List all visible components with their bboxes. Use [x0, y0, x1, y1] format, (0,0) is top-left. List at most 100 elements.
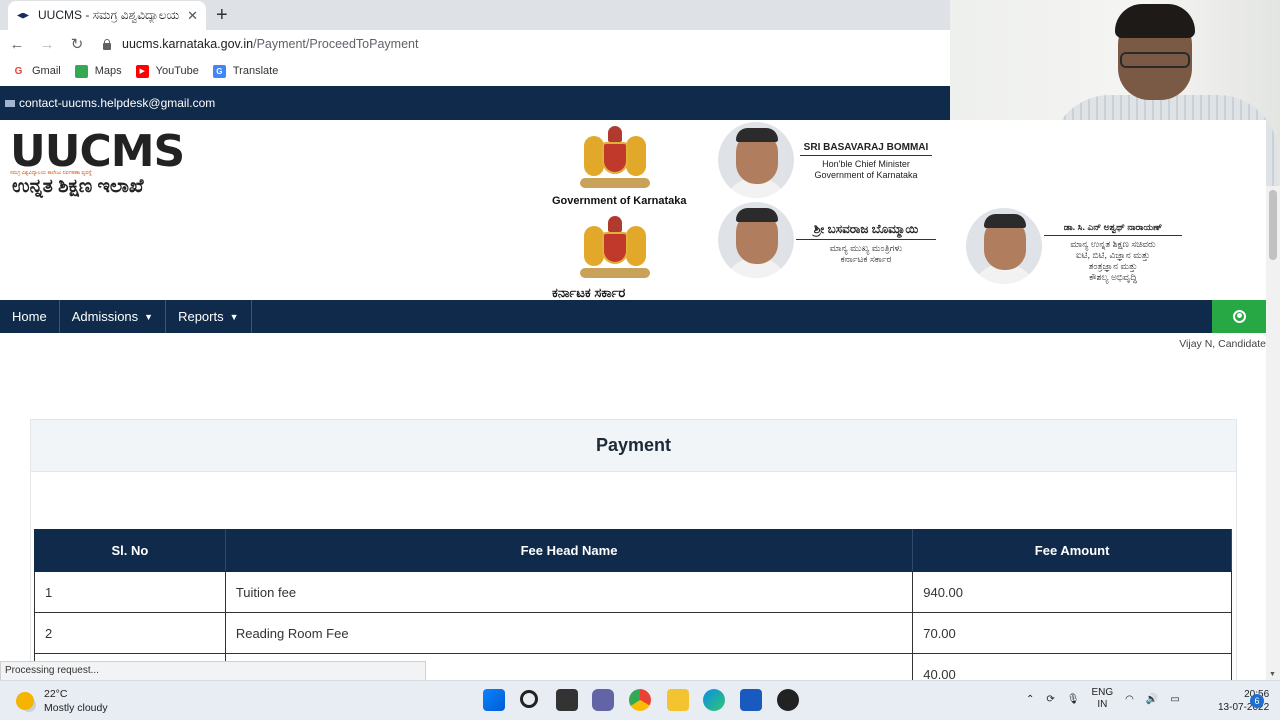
page-scrollbar[interactable]: ▼	[1266, 186, 1280, 680]
cm-subtitle-kn: ಕರ್ನಾಟಕ ಸರ್ಕಾರ	[840, 254, 892, 264]
maps-icon	[74, 64, 88, 78]
bookmark-maps[interactable]: Maps	[74, 64, 122, 78]
bookmark-gmail[interactable]: G Gmail	[12, 65, 61, 78]
weather-widget[interactable]: 22°C Mostly cloudy	[16, 687, 108, 715]
notification-badge[interactable]: 6	[1250, 694, 1264, 708]
karnataka-emblem-icon	[578, 126, 652, 196]
tab-title: UUCMS - ಸಮಗ್ರ ವಿಶ್ವವಿದ್ಯಾಲಯ	[38, 8, 180, 22]
user-icon	[1232, 310, 1246, 323]
bookmark-label: YouTube	[155, 65, 199, 77]
contact-bar: contact-uucms.helpdesk@gmail.com	[0, 86, 950, 120]
cm-name-kn: ಶ್ರೀ ಬಸವರಾಜ ಬೊಮ್ಮಾಯಿ	[796, 222, 936, 240]
bookmark-label: Maps	[94, 65, 122, 77]
task-view-icon[interactable]	[556, 689, 578, 711]
gmail-icon: G	[14, 65, 23, 77]
contact-email[interactable]: contact-uucms.helpdesk@gmail.com	[19, 96, 215, 110]
payment-title: Payment	[31, 420, 1236, 472]
volume-icon[interactable]: 🔊	[1146, 694, 1158, 705]
table-header-row: Sl. No Fee Head Name Fee Amount	[34, 529, 1232, 572]
url-host: uucms.karnataka.gov.in	[122, 37, 254, 51]
nav-home[interactable]: Home	[0, 300, 60, 333]
teams-chat-icon[interactable]	[592, 689, 614, 711]
site-header: UUCMS ಸಮಗ್ರ ವಿಶ್ವವಿದ್ಯಾಲಯ ಕಾಲೇಜು ನಿರ್ವಹಣ…	[0, 120, 1266, 300]
youtube-icon: ▶	[135, 64, 149, 78]
tab-strip: UUCMS - ಸಮಗ್ರ ವಿಶ್ವವಿದ್ಯಾಲಯ ✕ +	[0, 0, 950, 30]
user-menu-button[interactable]	[1212, 300, 1266, 333]
minister-name: ಡಾ. ಸಿ. ಎನ್ ಅಶ್ವಥ್ ನಾರಾಯಣ್	[1044, 222, 1182, 236]
cm-title-kn: ಮಾನ್ಯ ಮುಖ್ಯ ಮಂತ್ರಿಗಳು	[829, 243, 903, 253]
minister-caption: ಡಾ. ಸಿ. ಎನ್ ಅಶ್ವಥ್ ನಾರಾಯಣ್ ಮಾನ್ಯ ಉನ್ನತ ಶ…	[1044, 222, 1182, 283]
language-indicator[interactable]: ENG IN	[1091, 687, 1113, 711]
wifi-icon[interactable]: ◠	[1125, 694, 1134, 705]
sync-icon[interactable]: ⟳	[1046, 694, 1054, 705]
bookmark-translate[interactable]: G Translate	[212, 64, 279, 78]
cell-sl-no: 1	[34, 571, 226, 613]
close-tab-icon[interactable]: ✕	[187, 8, 198, 24]
cm-caption-kn: ಶ್ರೀ ಬಸವರಾಜ ಬೊಮ್ಮಾಯಿ ಮಾನ್ಯ ಮುಖ್ಯ ಮಂತ್ರಿಗ…	[796, 222, 936, 265]
nav-reports[interactable]: Reports ▼	[166, 300, 252, 333]
chevron-down-icon: ▼	[229, 311, 239, 322]
cell-sl-no: 2	[34, 612, 226, 654]
cm-caption-en: SRI BASAVARAJ BOMMAI Hon'ble Chief Minis…	[800, 142, 932, 181]
karnataka-emblem-icon	[578, 216, 652, 286]
browser-toolbar: ← → ↻ uucms.karnataka.gov.in /Payment/Pr…	[0, 30, 950, 58]
minister-line: ಮಾನ್ಯ ಉನ್ನತ ಶಿಕ್ಷಣ ಸಚಿವರು	[1070, 239, 1156, 249]
column-header-fee-head: Fee Head Name	[224, 529, 914, 572]
system-tray: ⌃ ⟳ 🎙 ENG IN ◠ 🔊 ▭	[1020, 687, 1186, 711]
cm-title: Hon'ble Chief Minister	[822, 159, 910, 169]
minister-line: ಐಟಿ, ಬಿಟಿ, ವಿಜ್ಞಾನ ಮತ್ತು	[1075, 250, 1151, 260]
nav-label: Reports	[178, 309, 224, 324]
scrollbar-thumb[interactable]	[1269, 190, 1277, 260]
chrome-icon[interactable]	[629, 689, 651, 711]
bookmark-label: Gmail	[32, 65, 61, 77]
windows-taskbar: 22°C Mostly cloudy ⌃ ⟳ 🎙 ENG IN ◠ 🔊 ▭ 20…	[0, 680, 1280, 720]
edge-icon[interactable]	[703, 689, 725, 711]
microphone-icon[interactable]: 🎙	[1067, 694, 1080, 705]
table-row: 1 Tuition fee 940.00	[34, 571, 1232, 613]
mail-icon	[5, 99, 15, 107]
browser-status-bar: Processing request...	[0, 661, 426, 681]
temperature: 22°C	[44, 688, 68, 700]
forward-icon[interactable]: →	[34, 36, 60, 53]
cm-name: SRI BASAVARAJ BOMMAI	[800, 142, 932, 156]
weather-icon	[16, 692, 34, 710]
bookmark-label: Translate	[232, 65, 279, 77]
weather-text: Mostly cloudy	[44, 702, 108, 714]
new-tab-icon[interactable]: +	[216, 4, 228, 27]
region-code: IN	[1097, 699, 1108, 710]
cell-fee-head: Tuition fee	[224, 571, 914, 613]
emblem-caption-en: Government of Karnataka	[552, 195, 687, 207]
obs-icon[interactable]	[777, 689, 799, 711]
nav-label: Admissions	[71, 309, 139, 324]
minister-portrait	[966, 208, 1042, 284]
cm-portrait	[718, 202, 794, 278]
address-bar[interactable]: uucms.karnataka.gov.in /Payment/ProceedT…	[102, 31, 950, 57]
windows-start-icon[interactable]	[483, 689, 505, 711]
minister-line: ಕೌಶಲ್ಯ ಅಭಿವೃದ್ಧಿ	[1089, 272, 1137, 282]
cell-fee-head: Reading Room Fee	[224, 612, 914, 654]
cm-portrait	[718, 122, 794, 198]
reload-icon[interactable]: ↻	[64, 35, 90, 53]
table-row: 2 Reading Room Fee 70.00	[34, 612, 1232, 654]
nav-admissions[interactable]: Admissions ▼	[60, 300, 167, 333]
lock-icon	[102, 38, 112, 50]
search-icon[interactable]	[520, 690, 538, 708]
main-nav: Home Admissions ▼ Reports ▼	[0, 300, 1266, 333]
battery-icon[interactable]: ▭	[1170, 694, 1179, 705]
bookmark-youtube[interactable]: ▶ YouTube	[135, 64, 199, 78]
uucms-favicon-icon	[16, 9, 30, 23]
chevron-up-icon[interactable]: ⌃	[1026, 694, 1034, 705]
minister-line: ತಂತ್ರಜ್ಞಾನ ಮತ್ತು	[1088, 261, 1138, 271]
file-explorer-icon[interactable]	[667, 689, 689, 711]
cell-fee-amount: 70.00	[912, 612, 1232, 654]
cell-fee-amount: 940.00	[912, 571, 1232, 613]
user-name: Vijay N, Candidate	[1179, 338, 1266, 350]
column-header-fee-amount: Fee Amount	[912, 529, 1232, 572]
browser-chrome: UUCMS - ಸಮಗ್ರ ವಿಶ್ವವಿದ್ಯಾಲಯ ✕ + ← → ↻ uu…	[0, 0, 950, 86]
word-icon[interactable]	[740, 689, 762, 711]
browser-tab[interactable]: UUCMS - ಸಮಗ್ರ ವಿಶ್ವವಿದ್ಯಾಲಯ ✕	[8, 1, 206, 30]
logo-kannada-text: ಉನ್ನತ ಶಿಕ್ಷಣ ಇಲಾಖೆ	[12, 176, 144, 197]
scroll-down-icon[interactable]: ▼	[1269, 671, 1276, 678]
url-path: /Payment/ProceedToPayment	[253, 37, 419, 51]
back-icon[interactable]: ←	[4, 36, 30, 53]
